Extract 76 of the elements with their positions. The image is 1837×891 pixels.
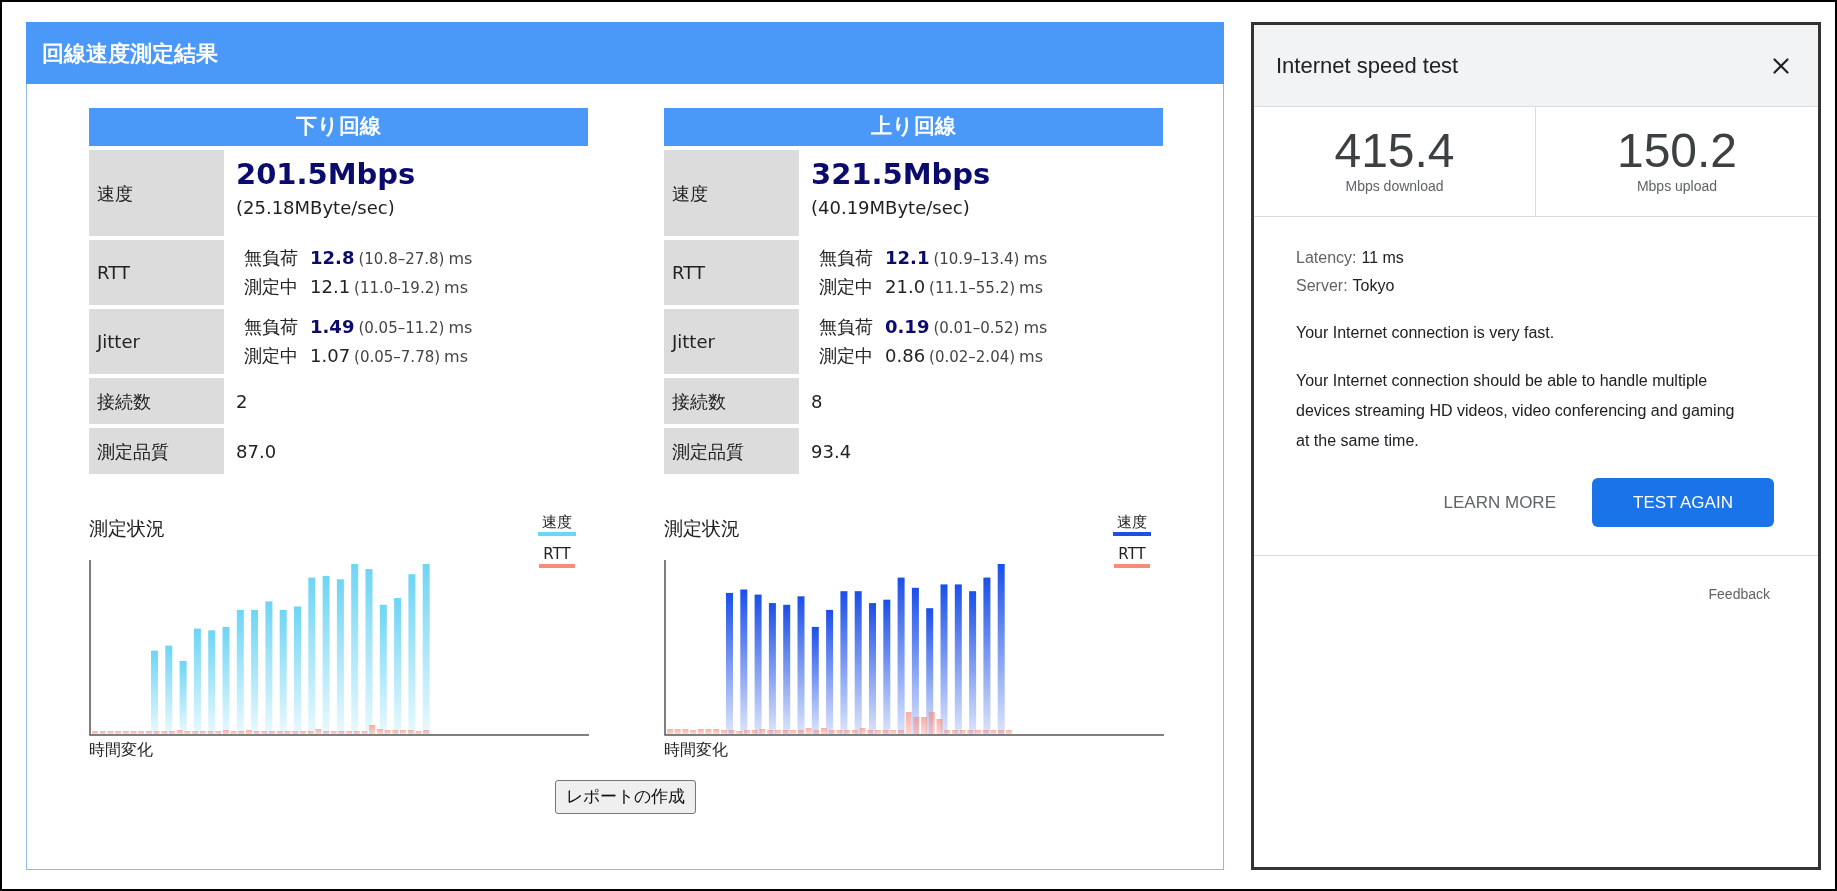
metric-unit: ms bbox=[1023, 247, 1048, 270]
chart-title: 測定状況 bbox=[664, 516, 740, 541]
report-button[interactable]: レポートの作成 bbox=[554, 780, 696, 814]
metric-range: (11.1–55.2) bbox=[929, 277, 1016, 299]
metric-unit: ms bbox=[1019, 276, 1043, 299]
legend-item: RTT bbox=[1114, 544, 1150, 568]
row-label: 速度 bbox=[89, 150, 224, 236]
learn-more-button[interactable]: LEARN MORE bbox=[1441, 489, 1558, 516]
speed-result: 150.2 bbox=[1616, 126, 1738, 176]
detail-value: Tokyo bbox=[1352, 276, 1395, 296]
metric-value: 12.8 bbox=[310, 245, 355, 270]
result-message: Your Internet connection should be able to handle multiple devices streaming HD videos, video conferencing and gaming at the same time. bbox=[1296, 371, 1736, 451]
metric-value: 12.1 bbox=[885, 245, 930, 270]
speed-value: 201.5Mbps bbox=[236, 156, 416, 193]
metric-unit: ms bbox=[1023, 316, 1048, 339]
section-heading: 上り回線 bbox=[664, 108, 1163, 146]
section-heading: 下り回線 bbox=[89, 108, 588, 146]
speed-unit-label: Mbps upload bbox=[1636, 177, 1718, 196]
metric-range: (0.05–7.78) bbox=[354, 346, 441, 368]
row-label: 速度 bbox=[664, 150, 799, 236]
metric-range: (0.02–2.04) bbox=[929, 346, 1016, 368]
row-label: RTT bbox=[89, 240, 224, 305]
row-label: 接続数 bbox=[664, 378, 799, 424]
metric-range: (10.9–13.4) bbox=[933, 248, 1020, 270]
result-message: Your Internet connection is very fast. bbox=[1296, 323, 1556, 343]
test-again-button[interactable]: TEST AGAIN bbox=[1592, 478, 1774, 527]
row-label: 接続数 bbox=[89, 378, 224, 424]
row-value: 2 bbox=[235, 389, 249, 414]
metric-range: (11.0–19.2) bbox=[354, 277, 441, 299]
metric-unit: ms bbox=[448, 247, 473, 270]
metric-unit: ms bbox=[448, 316, 473, 339]
chart-axis-label: 時間変化 bbox=[89, 739, 154, 761]
detail-label: Latency: bbox=[1296, 248, 1357, 268]
chart-title: 測定状況 bbox=[89, 516, 165, 541]
condition-label: 無負荷 bbox=[819, 245, 873, 270]
condition-label: 測定中 bbox=[244, 343, 298, 368]
legend-item: RTT bbox=[539, 544, 575, 568]
metric-range: (10.8–27.8) bbox=[358, 248, 445, 270]
row-label: Jitter bbox=[664, 309, 799, 374]
condition-label: 無負荷 bbox=[244, 245, 298, 270]
row-label: 測定品質 bbox=[664, 428, 799, 474]
condition-label: 無負荷 bbox=[244, 314, 298, 339]
dialog-title: Internet speed test bbox=[1276, 52, 1459, 80]
condition-label: 無負荷 bbox=[819, 314, 873, 339]
condition-label: 測定中 bbox=[244, 274, 298, 299]
row-label: 測定品質 bbox=[89, 428, 224, 474]
row-label: Jitter bbox=[89, 309, 224, 374]
metric-value: 21.0 bbox=[885, 274, 926, 299]
metric-value: 1.49 bbox=[310, 314, 355, 339]
metric-range: (0.01–0.52) bbox=[933, 317, 1020, 339]
row-value: 93.4 bbox=[810, 439, 853, 464]
detail-value: 11 ms bbox=[1361, 248, 1404, 268]
detail-label: Server: bbox=[1296, 276, 1348, 296]
row-label: RTT bbox=[664, 240, 799, 305]
metric-value: 1.07 bbox=[310, 343, 351, 368]
legend-item: 速度 bbox=[538, 512, 576, 536]
legend-item: 速度 bbox=[1113, 512, 1151, 536]
metric-unit: ms bbox=[1019, 345, 1043, 368]
row-value: 87.0 bbox=[235, 439, 278, 464]
metric-range: (0.05–11.2) bbox=[358, 317, 445, 339]
metric-unit: ms bbox=[444, 345, 468, 368]
metric-value: 0.19 bbox=[885, 314, 930, 339]
row-value: 8 bbox=[810, 389, 824, 414]
speed-unit-label: Mbps download bbox=[1345, 177, 1444, 196]
feedback-link[interactable]: Feedback bbox=[1708, 584, 1770, 605]
condition-label: 測定中 bbox=[819, 343, 873, 368]
metric-unit: ms bbox=[444, 276, 468, 299]
byte-rate: (25.18MByte/sec) bbox=[236, 196, 396, 220]
metric-value: 12.1 bbox=[310, 274, 351, 299]
speed-value: 321.5Mbps bbox=[811, 156, 991, 193]
panel-title: 回線速度測定結果 bbox=[26, 22, 1224, 84]
byte-rate: (40.19MByte/sec) bbox=[811, 196, 971, 220]
chart-axis-label: 時間変化 bbox=[664, 739, 729, 761]
metric-value: 0.86 bbox=[885, 343, 926, 368]
condition-label: 測定中 bbox=[819, 274, 873, 299]
speed-result: 415.4 bbox=[1334, 126, 1455, 176]
